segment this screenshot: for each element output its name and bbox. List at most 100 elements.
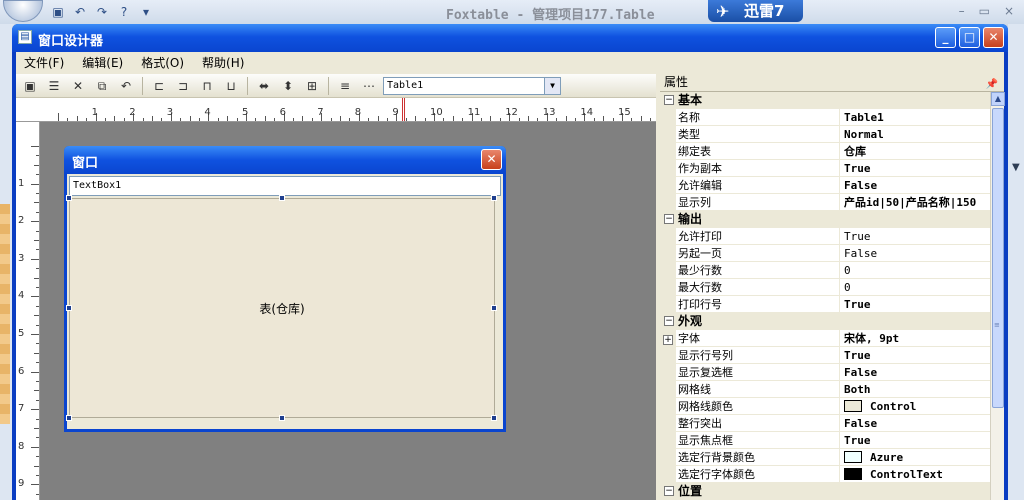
property-value[interactable]: 产品id|50|产品名称|150: [840, 194, 990, 210]
property-category[interactable]: − 基本: [660, 92, 990, 109]
collapse-icon[interactable]: −: [664, 95, 674, 105]
collapse-icon[interactable]: −: [664, 316, 674, 326]
app-close-icon[interactable]: ×: [1004, 4, 1014, 18]
property-row[interactable]: 显示列 产品id|50|产品名称|150: [660, 194, 990, 211]
property-value[interactable]: ControlText: [840, 466, 990, 482]
property-row[interactable]: 另起一页 False: [660, 245, 990, 262]
property-value[interactable]: Normal: [840, 126, 990, 142]
control-selector-combo[interactable]: Table1 ▼: [383, 76, 561, 95]
property-category[interactable]: − 位置: [660, 483, 990, 500]
same-width-icon[interactable]: ⬌: [254, 76, 274, 96]
property-row[interactable]: 显示行号列 True: [660, 347, 990, 364]
help-icon[interactable]: ?: [116, 4, 132, 20]
copy-icon[interactable]: ⧉: [92, 76, 112, 96]
scroll-thumb[interactable]: [992, 108, 1004, 408]
app-restore-icon[interactable]: ▭: [979, 4, 990, 18]
table-control[interactable]: 表(仓库): [69, 198, 495, 418]
same-height-icon[interactable]: ⬍: [278, 76, 298, 96]
redo-icon[interactable]: ↷: [94, 4, 110, 20]
chevron-down-icon[interactable]: ▼: [544, 77, 560, 94]
property-value[interactable]: Azure: [840, 449, 990, 465]
property-category[interactable]: − 外观: [660, 313, 990, 330]
property-value[interactable]: True: [840, 228, 990, 244]
resize-handle[interactable]: [66, 195, 72, 201]
property-row[interactable]: 显示复选框 False: [660, 364, 990, 381]
property-value[interactable]: 0: [840, 279, 990, 295]
property-row[interactable]: 作为副本 True: [660, 160, 990, 177]
align-bottom-icon[interactable]: ⊔: [221, 76, 241, 96]
property-value[interactable]: True: [840, 160, 990, 176]
form-window[interactable]: 窗口 ✕ TextBox1 表(仓库): [64, 146, 506, 432]
collapse-icon[interactable]: −: [664, 486, 674, 496]
same-size-icon[interactable]: ⊞: [302, 76, 322, 96]
menu-edit[interactable]: 编辑(E): [82, 54, 123, 71]
save-icon[interactable]: ▣: [20, 76, 40, 96]
property-row[interactable]: 显示焦点框 True: [660, 432, 990, 449]
expand-icon[interactable]: +: [663, 335, 673, 345]
align-top-icon[interactable]: ⊓: [197, 76, 217, 96]
properties-icon[interactable]: ☰: [44, 76, 64, 96]
property-row[interactable]: 允许编辑 False: [660, 177, 990, 194]
undo-icon[interactable]: ↶: [72, 4, 88, 20]
dropdown-arrow-icon[interactable]: ▼: [1012, 162, 1020, 173]
resize-handle[interactable]: [66, 415, 72, 421]
scroll-up-icon[interactable]: ▲: [991, 92, 1005, 106]
property-row[interactable]: 整行突出 False: [660, 415, 990, 432]
design-canvas[interactable]: 窗口 ✕ TextBox1 表(仓库): [40, 122, 656, 500]
save-icon[interactable]: ▣: [50, 4, 66, 20]
property-row[interactable]: 选定行字体颜色 ControlText: [660, 466, 990, 483]
property-value[interactable]: 宋体, 9pt: [840, 330, 990, 346]
resize-handle[interactable]: [491, 415, 497, 421]
property-row[interactable]: 名称 Table1: [660, 109, 990, 126]
property-category[interactable]: − 输出: [660, 211, 990, 228]
property-value[interactable]: False: [840, 364, 990, 380]
property-value[interactable]: False: [840, 415, 990, 431]
property-value[interactable]: 仓库: [840, 143, 990, 159]
property-value[interactable]: True: [840, 432, 990, 448]
xunlei-badge[interactable]: ✈ 迅雷7: [708, 0, 803, 22]
align-right-icon[interactable]: ⊐: [173, 76, 193, 96]
minimize-button[interactable]: _: [935, 27, 956, 48]
property-row[interactable]: 打印行号 True: [660, 296, 990, 313]
property-row[interactable]: 选定行背景颜色 Azure: [660, 449, 990, 466]
customize-icon[interactable]: ▾: [138, 4, 154, 20]
menu-help[interactable]: 帮助(H): [202, 54, 244, 71]
delete-icon[interactable]: ✕: [68, 76, 88, 96]
maximize-button[interactable]: □: [959, 27, 980, 48]
property-row[interactable]: 网格线颜色 Control: [660, 398, 990, 415]
property-value[interactable]: False: [840, 177, 990, 193]
menu-file[interactable]: 文件(F): [24, 54, 64, 71]
property-row[interactable]: + 字体 宋体, 9pt: [660, 330, 990, 347]
vertical-spacing-icon[interactable]: ≡: [335, 76, 355, 96]
form-close-button[interactable]: ✕: [481, 149, 502, 170]
property-value[interactable]: Table1: [840, 109, 990, 125]
menu-format[interactable]: 格式(O): [141, 54, 184, 71]
property-row[interactable]: 类型 Normal: [660, 126, 990, 143]
property-row[interactable]: 网格线 Both: [660, 381, 990, 398]
resize-handle[interactable]: [279, 415, 285, 421]
property-row[interactable]: 允许打印 True: [660, 228, 990, 245]
property-row[interactable]: 绑定表 仓库: [660, 143, 990, 160]
collapse-icon[interactable]: −: [664, 214, 674, 224]
align-left-icon[interactable]: ⊏: [149, 76, 169, 96]
property-scrollbar[interactable]: ▲ ≡: [990, 92, 1005, 500]
resize-handle[interactable]: [491, 305, 497, 311]
app-minimize-icon[interactable]: –: [959, 4, 965, 18]
undo-icon[interactable]: ↶: [116, 76, 136, 96]
form-title-bar[interactable]: 窗口 ✕: [64, 146, 506, 174]
textbox-control[interactable]: TextBox1: [69, 176, 501, 196]
resize-handle[interactable]: [66, 305, 72, 311]
resize-handle[interactable]: [491, 195, 497, 201]
property-value[interactable]: False: [840, 245, 990, 261]
property-row[interactable]: 最少行数 0: [660, 262, 990, 279]
property-row[interactable]: 最大行数 0: [660, 279, 990, 296]
property-value[interactable]: 0: [840, 262, 990, 278]
close-button[interactable]: ✕: [983, 27, 1004, 48]
horizontal-spacing-icon[interactable]: ⋯: [359, 76, 379, 96]
property-value[interactable]: True: [840, 347, 990, 363]
resize-handle[interactable]: [279, 195, 285, 201]
designer-title-bar[interactable]: ▤ 窗口设计器 _ □ ✕: [12, 24, 1008, 52]
property-value[interactable]: Both: [840, 381, 990, 397]
property-value[interactable]: Control: [840, 398, 990, 414]
app-menu-orb[interactable]: [3, 0, 43, 22]
